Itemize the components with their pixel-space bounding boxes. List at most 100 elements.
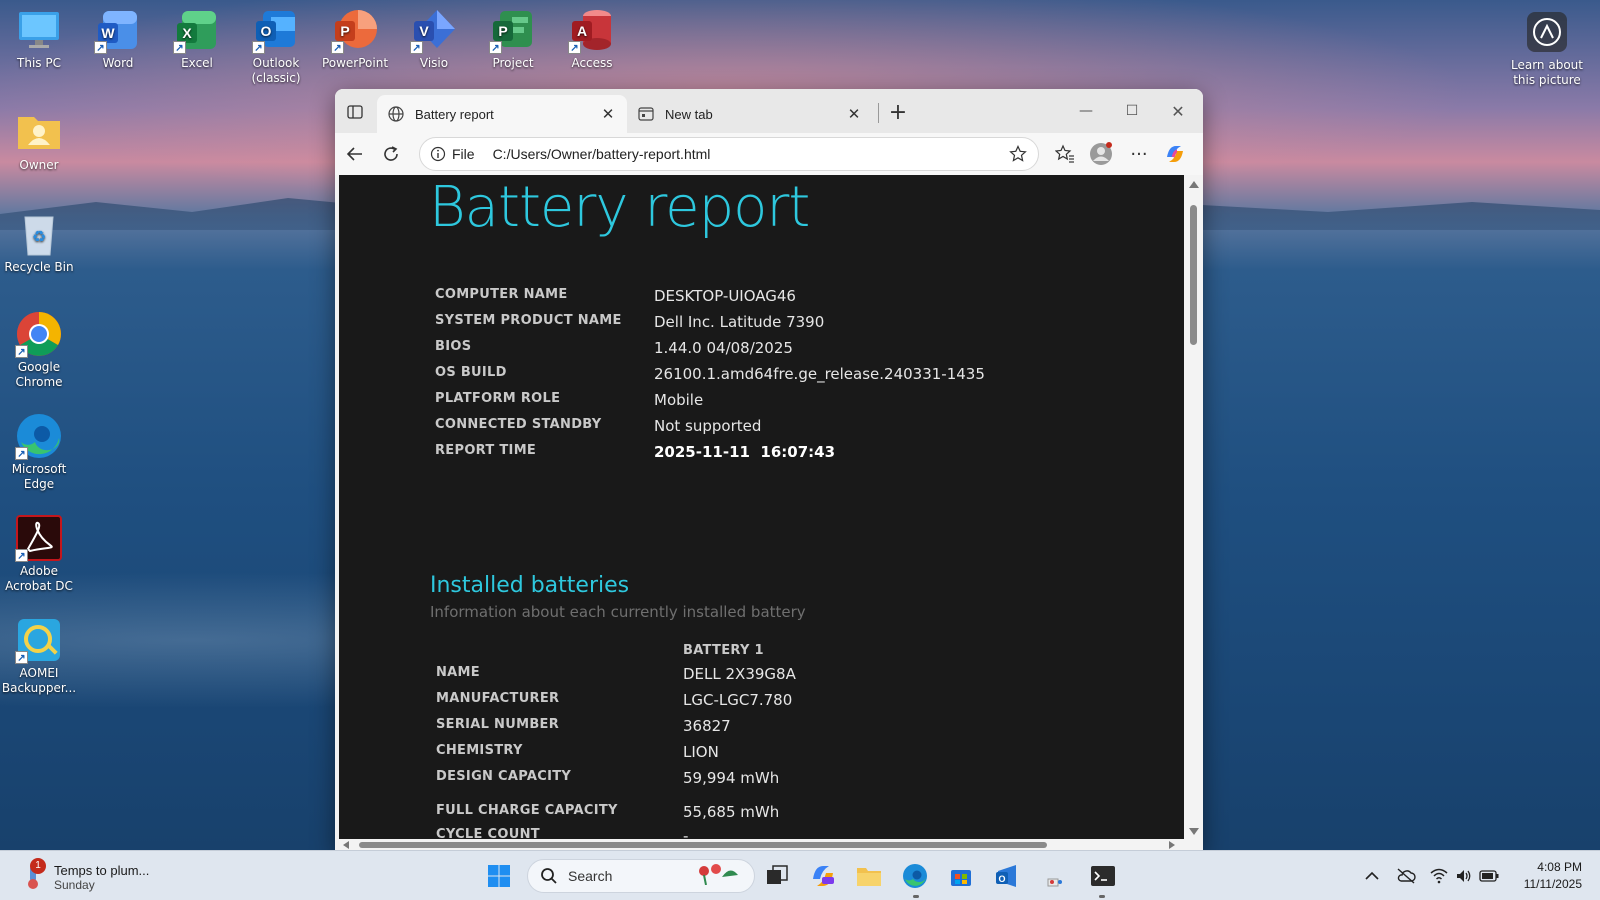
desktop-icon-label: PowerPoint	[321, 56, 389, 70]
address-bar[interactable]: File C:/Users/Owner/battery-report.html	[419, 137, 1039, 171]
new-tab-button[interactable]: +	[886, 100, 910, 125]
scrollbar-thumb[interactable]	[1190, 205, 1197, 345]
desktop-icon-visio[interactable]: V ↗ Visio	[395, 6, 473, 71]
more-options-button[interactable]: ···	[1125, 140, 1153, 168]
desktop-icon-google-chrome[interactable]: ↗ Google Chrome	[0, 310, 78, 390]
close-icon[interactable]: ✕	[845, 105, 863, 123]
desktop-icon-label: Project	[492, 56, 534, 70]
tab-separator	[878, 103, 879, 123]
battery-info-value: LGC-LGC7.780	[683, 691, 793, 709]
volume-icon[interactable]	[1453, 865, 1475, 887]
cloud-off-icon[interactable]	[1395, 865, 1417, 887]
learn-about-label: Learn about this picture	[1511, 58, 1583, 87]
desktop-icon-label: Adobe Acrobat DC	[5, 564, 73, 593]
aomei-icon: ↗	[15, 616, 63, 664]
system-info-key: REPORT TIME	[435, 443, 537, 458]
system-clock[interactable]: 4:08 PM 11/11/2025	[1524, 859, 1582, 893]
url-text[interactable]: C:/Users/Owner/battery-report.html	[493, 146, 1006, 162]
vertical-scrollbar[interactable]	[1184, 175, 1203, 841]
microsoft-store-icon[interactable]	[944, 859, 978, 893]
start-button[interactable]	[482, 859, 516, 893]
file-explorer-icon[interactable]	[852, 859, 886, 893]
system-info-key: COMPUTER NAME	[435, 287, 568, 302]
desktop-icon-recycle-bin[interactable]: ♻ Recycle Bin	[0, 210, 78, 275]
tab-new-tab[interactable]: New tab ✕	[627, 95, 873, 133]
shortcut-arrow-icon: ↗	[489, 41, 502, 54]
weather-headline: Temps to plum...	[54, 862, 150, 878]
minimize-button[interactable]: —	[1063, 97, 1109, 125]
desktop-icon-label: This PC	[17, 56, 61, 70]
battery-icon[interactable]	[1478, 865, 1500, 887]
tab-battery-report[interactable]: Battery report ✕	[377, 95, 627, 133]
outlook-taskbar-icon[interactable]: O	[990, 859, 1024, 893]
desktop-icon-outlook[interactable]: O ↗ Outlook (classic)	[237, 6, 315, 86]
battery-info-value: DELL 2X39G8A	[683, 665, 796, 683]
clock-date: 11/11/2025	[1523, 877, 1582, 891]
tab-actions-button[interactable]	[343, 100, 367, 124]
desktop-icon-label: Microsoft Edge	[11, 462, 67, 491]
battery-info-key: CHEMISTRY	[436, 743, 523, 758]
maximize-button[interactable]: ☐	[1109, 97, 1155, 125]
tab-title: Battery report	[415, 106, 494, 122]
desktop-icon-this-pc[interactable]: This PC	[0, 6, 78, 71]
close-icon[interactable]: ✕	[599, 105, 617, 123]
svg-text:P: P	[498, 23, 507, 39]
copilot-icon[interactable]	[1161, 140, 1189, 168]
info-icon[interactable]	[428, 144, 448, 164]
battery-column-header: BATTERY 1	[683, 643, 764, 658]
shortcut-arrow-icon: ↗	[252, 41, 265, 54]
tab-bar: Battery report ✕ New tab ✕ + — ☐ ✕	[335, 89, 1203, 133]
shortcut-arrow-icon: ↗	[410, 41, 423, 54]
battery-info-value: 55,685 mWh	[683, 803, 780, 821]
desktop-icon-project[interactable]: P ↗ Project	[474, 6, 552, 71]
desktop-icon-aomei-backupper[interactable]: ↗ AOMEI Backupper...	[0, 616, 78, 696]
scrollbar-thumb[interactable]	[359, 842, 1047, 848]
shortcut-arrow-icon: ↗	[15, 651, 28, 664]
battery-info-value: 59,994 mWh	[683, 769, 780, 787]
scroll-left-arrow-icon[interactable]	[343, 841, 349, 849]
scroll-up-arrow-icon[interactable]	[1189, 181, 1199, 188]
learn-about-picture[interactable]: Learn about this picture	[1502, 8, 1592, 88]
profile-avatar[interactable]	[1087, 140, 1115, 168]
chevron-up-icon[interactable]	[1361, 865, 1383, 887]
battery-info-key: MANUFACTURER	[436, 691, 560, 706]
refresh-button[interactable]	[377, 140, 405, 168]
desktop-icon-label: Google Chrome	[15, 360, 63, 389]
edge-taskbar-icon[interactable]	[898, 859, 932, 893]
desktop-icon-powerpoint[interactable]: P ↗ PowerPoint	[316, 6, 394, 71]
wifi-icon[interactable]	[1428, 865, 1450, 887]
svg-text:P: P	[340, 23, 349, 39]
system-info-value: 1.44.0 04/08/2025	[654, 339, 793, 357]
excel-icon: X ↗	[173, 6, 221, 54]
installed-batteries-heading: Installed batteries	[430, 573, 630, 598]
svg-text:O: O	[261, 23, 272, 39]
browser-toolbar: File C:/Users/Owner/battery-report.html …	[335, 133, 1203, 175]
desktop-icon-label: Word	[102, 56, 134, 70]
browser-window: Battery report ✕ New tab ✕ + — ☐ ✕ File …	[335, 89, 1203, 851]
favorite-star-icon[interactable]	[1006, 142, 1030, 166]
shortcut-arrow-icon: ↗	[15, 549, 28, 562]
scroll-right-arrow-icon[interactable]	[1169, 841, 1175, 849]
acrobat-icon: ↗	[15, 514, 63, 562]
favorites-button[interactable]	[1051, 140, 1079, 168]
desktop-icon-access[interactable]: A ↗ Access	[553, 6, 631, 71]
task-view-icon[interactable]	[760, 859, 794, 893]
weather-widget[interactable]: 1 Temps to plum... Sunday	[20, 857, 149, 897]
tab-title: New tab	[665, 106, 713, 122]
taskbar-search[interactable]: Search	[527, 859, 755, 893]
shortcut-arrow-icon: ↗	[15, 345, 28, 358]
back-button[interactable]	[341, 140, 369, 168]
snipping-tool-icon[interactable]	[1040, 859, 1074, 893]
scroll-down-arrow-icon[interactable]	[1189, 828, 1199, 835]
desktop-icon-owner[interactable]: Owner	[0, 108, 78, 173]
battery-info-value: LION	[683, 743, 719, 761]
desktop-icon-word[interactable]: W ↗ Word	[79, 6, 157, 71]
desktop-icon-excel[interactable]: X ↗ Excel	[158, 6, 236, 71]
desktop-icon-label: Visio	[419, 56, 449, 70]
desktop-icon-adobe-acrobat[interactable]: ↗ Adobe Acrobat DC	[0, 514, 78, 594]
desktop-icon-microsoft-edge[interactable]: ↗ Microsoft Edge	[0, 412, 78, 492]
search-placeholder: Search	[568, 868, 613, 884]
copilot-m365-icon[interactable]	[806, 859, 840, 893]
window-close-button[interactable]: ✕	[1155, 97, 1201, 125]
terminal-icon[interactable]	[1086, 859, 1120, 893]
